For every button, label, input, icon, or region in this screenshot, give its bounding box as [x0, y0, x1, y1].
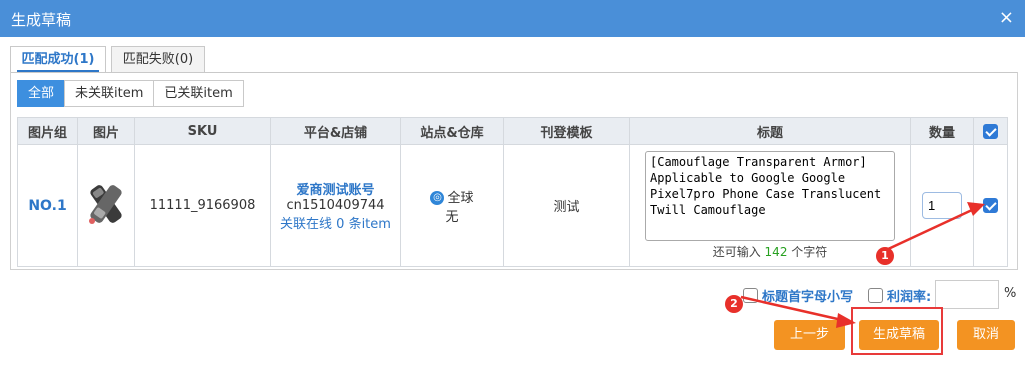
char-counter: 还可输入 142 个字符: [630, 243, 910, 260]
select-cell: [973, 144, 1008, 267]
col-title: 标题: [629, 117, 911, 145]
cancel-button[interactable]: 取消: [957, 320, 1015, 350]
col-select: [973, 117, 1008, 145]
col-site-warehouse: 站点&仓库: [400, 117, 504, 145]
col-quantity: 数量: [910, 117, 974, 145]
filter-linked[interactable]: 已关联item: [153, 80, 244, 107]
filter-all[interactable]: 全部: [17, 80, 66, 107]
lowercase-checkbox[interactable]: [743, 287, 758, 303]
table-row: NO.1 11111_9166908 爱商测试账号 cn1510409744 关…: [17, 144, 1008, 267]
lowercase-option[interactable]: 标题首字母小写: [743, 281, 853, 309]
filter-unlinked[interactable]: 未关联item: [64, 80, 155, 107]
site-name: 全球: [447, 190, 474, 206]
dialog-header: 生成草稿 ×: [0, 0, 1025, 37]
col-template: 刊登模板: [503, 117, 630, 145]
counter-prefix: 还可输入: [712, 245, 761, 259]
table-header-row: 图片组 图片 SKU 平台&店铺 站点&仓库 刊登模板 标题 数量: [17, 117, 1008, 145]
profit-rate-input[interactable]: [935, 280, 999, 309]
tab-match-failed[interactable]: 匹配失败(0): [111, 46, 205, 73]
title-cell: [Camouflage Transparent Armor] Applicabl…: [629, 144, 911, 267]
lowercase-label: 标题首字母小写: [762, 289, 854, 305]
close-icon[interactable]: ×: [999, 7, 1014, 28]
filter-group: 全部 未关联item 已关联item: [17, 80, 244, 107]
shop-cell: 爱商测试账号 cn1510409744 关联在线 0 条item: [270, 144, 401, 267]
results-panel: 全部 未关联item 已关联item 图片组 图片 SKU 平台&店铺 站点&仓…: [10, 72, 1018, 270]
quantity-cell: [910, 144, 974, 267]
site-cell: ◎ 全球 无: [400, 144, 504, 267]
quantity-input[interactable]: [922, 192, 962, 219]
globe-icon: ◎: [430, 191, 445, 205]
row-group-cell: NO.1: [17, 144, 78, 267]
col-image-group: 图片组: [17, 117, 78, 145]
prev-button[interactable]: 上一步: [774, 320, 845, 350]
product-thumbnail[interactable]: [87, 181, 125, 227]
row-image-cell: [77, 144, 135, 267]
draft-table: 图片组 图片 SKU 平台&店铺 站点&仓库 刊登模板 标题 数量 NO.1 1…: [17, 117, 1008, 267]
profit-checkbox[interactable]: [868, 287, 883, 303]
tab-label: 匹配成功(1): [21, 52, 95, 67]
col-sku: SKU: [134, 117, 271, 145]
title-textarea[interactable]: [Camouflage Transparent Armor] Applicabl…: [645, 151, 895, 241]
dialog-content: 匹配成功(1) 匹配失败(0) 全部 未关联item 已关联item 图片组 图…: [10, 46, 1018, 270]
shop-id: cn1510409744: [286, 198, 385, 213]
percent-sign: %: [1004, 286, 1017, 301]
row-checkbox[interactable]: [983, 198, 998, 213]
annotation-marker-2: 2: [725, 295, 743, 313]
tab-match-success[interactable]: 匹配成功(1): [10, 46, 106, 73]
select-all-checkbox[interactable]: [983, 123, 998, 139]
profit-option[interactable]: 利润率:: [868, 281, 931, 309]
image-group-label: NO.1: [28, 197, 67, 214]
sku-cell: 11111_9166908: [134, 144, 271, 267]
dialog-title: 生成草稿: [11, 11, 72, 29]
warehouse-name: 无: [445, 209, 459, 225]
profit-label: 利润率:: [887, 289, 932, 305]
tab-label: 匹配失败(0): [122, 52, 194, 67]
template-cell: 测试: [503, 144, 630, 267]
col-platform-shop: 平台&店铺: [270, 117, 401, 145]
counter-number: 142: [764, 245, 788, 259]
col-image: 图片: [77, 117, 135, 145]
annotation-highlight-box: [851, 307, 943, 355]
counter-suffix: 个字符: [791, 245, 828, 259]
annotation-marker-1: 1: [876, 247, 894, 265]
shop-name: 爱商测试账号: [296, 183, 375, 198]
linked-items-link[interactable]: 关联在线 0 条item: [271, 213, 400, 232]
